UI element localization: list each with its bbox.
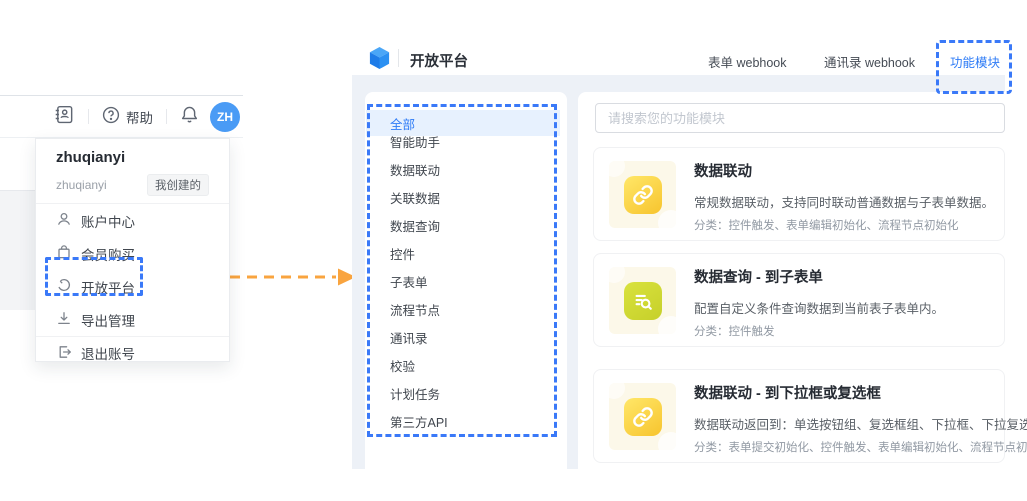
avatar-initials: ZH: [217, 110, 233, 124]
created-by-me-badge: 我创建的: [147, 174, 209, 196]
menu-item-label: 账户中心: [81, 211, 135, 231]
menu-item-label: 退出账号: [81, 343, 135, 363]
module-card-data-linkage[interactable]: 数据联动 常规数据联动，支持同时联动普通数据与子表单数据。 分类：控件触发、表单…: [593, 147, 1005, 241]
sidebar-item-third-party-api[interactable]: 第三方API: [365, 409, 560, 437]
menu-item-label: 开放平台: [81, 277, 135, 297]
sidebar-item-widget[interactable]: 控件: [365, 241, 560, 269]
sidebar-item-data-query[interactable]: 数据查询: [365, 213, 560, 241]
sidebar-item-subform[interactable]: 子表单: [365, 269, 560, 297]
module-title: 数据联动 - 到下拉框或复选框: [694, 382, 881, 403]
account-dropdown-menu: zhuqianyi zhuqianyi 我创建的 账户中心: [35, 138, 230, 362]
module-description: 常规数据联动，支持同时联动普通数据与子表单数据。: [694, 192, 994, 211]
module-list-panel: 数据联动 常规数据联动，支持同时联动普通数据与子表单数据。 分类：控件触发、表单…: [578, 92, 1005, 469]
screenshot-canvas: 帮助 ZH zhuqianyi zhuqianyi 我创建的: [0, 0, 1027, 501]
module-category: 分类：控件触发: [694, 323, 775, 339]
download-icon: [56, 310, 72, 329]
module-title: 数据查询 - 到子表单: [694, 266, 823, 287]
menu-item-account-center[interactable]: 账户中心: [36, 204, 229, 237]
open-platform-header: 开放平台 表单 webhook 通讯录 webhook 功能模块: [352, 30, 1005, 75]
module-card-data-linkage-dropdown[interactable]: 数据联动 - 到下拉框或复选框 数据联动返回到：单选按钮组、复选框组、下拉框、下…: [593, 369, 1005, 463]
sidebar-item-scheduled-task[interactable]: 计划任务: [365, 381, 560, 409]
topbar-divider: [88, 109, 89, 124]
menu-item-label: 会员购买: [81, 244, 135, 264]
sidebar-item-smart-assistant[interactable]: 智能助手: [365, 129, 560, 157]
search-input[interactable]: [595, 103, 1005, 133]
tab-contacts-webhook[interactable]: 通讯录 webhook: [824, 52, 915, 71]
module-description: 配置自定义条件查询数据到当前表子表单内。: [694, 298, 944, 317]
bell-icon: [180, 105, 199, 129]
link-icon: [624, 176, 662, 214]
open-platform-body: 全部 智能助手 数据联动 关联数据 数据查询 控件 子表单 流程节点 通讯录 校…: [352, 75, 1005, 469]
contacts-button[interactable]: [54, 104, 75, 130]
link-icon: [624, 398, 662, 436]
sidebar-item-flow-node[interactable]: 流程节点: [365, 297, 560, 325]
help-icon: [102, 106, 120, 127]
menu-item-open-platform[interactable]: 开放平台: [36, 270, 229, 303]
module-icon-tile: [609, 267, 676, 334]
notification-button[interactable]: [180, 105, 199, 129]
page-title: 开放平台: [410, 50, 468, 71]
username-subtitle: zhuqianyi: [56, 178, 107, 192]
username: zhuqianyi: [56, 149, 209, 166]
module-card-data-query-subform[interactable]: 数据查询 - 到子表单 配置自定义条件查询数据到当前表子表单内。 分类：控件触发: [593, 253, 1005, 347]
module-category: 分类：表单提交初始化、控件触发、表单编辑初始化、流程节点初始化: [694, 439, 1027, 455]
aperture-icon: [56, 277, 72, 296]
sidebar-item-related-data[interactable]: 关联数据: [365, 185, 560, 213]
contacts-icon: [54, 104, 75, 130]
menu-item-logout[interactable]: 退出账号: [36, 337, 229, 369]
cube-logo-icon: [368, 46, 391, 76]
shopping-bag-icon: [56, 244, 72, 263]
help-label: 帮助: [126, 107, 153, 127]
help-button[interactable]: 帮助: [102, 106, 153, 127]
menu-item-export-management[interactable]: 导出管理: [36, 303, 229, 336]
menu-item-member-purchase[interactable]: 会员购买: [36, 237, 229, 270]
module-icon-tile: [609, 161, 676, 228]
sidebar-item-data-linkage[interactable]: 数据联动: [365, 157, 560, 185]
module-title: 数据联动: [694, 160, 752, 181]
avatar[interactable]: ZH: [210, 102, 240, 132]
dropdown-user-section: zhuqianyi zhuqianyi 我创建的: [36, 139, 229, 194]
module-category: 分类：控件触发、表单编辑初始化、流程节点初始化: [694, 217, 959, 233]
module-icon-tile: [609, 383, 676, 450]
search-list-icon: [624, 282, 662, 320]
menu-item-label: 导出管理: [81, 310, 135, 330]
module-description: 数据联动返回到：单选按钮组、复选框组、下拉框、下拉复选框。: [694, 414, 1027, 433]
header-divider: [398, 49, 399, 67]
background-fragment: [0, 191, 37, 310]
user-icon: [56, 211, 72, 230]
logout-icon: [56, 344, 72, 363]
left-topbar: 帮助 ZH: [0, 95, 243, 138]
tab-function-modules[interactable]: 功能模块: [950, 52, 1000, 71]
sidebar-item-contacts[interactable]: 通讯录: [365, 325, 560, 353]
category-sidebar: 全部 智能助手 数据联动 关联数据 数据查询 控件 子表单 流程节点 通讯录 校…: [365, 92, 567, 469]
sidebar-item-validation[interactable]: 校验: [365, 353, 560, 381]
topbar-divider2: [166, 109, 167, 124]
tab-form-webhook[interactable]: 表单 webhook: [708, 52, 787, 71]
